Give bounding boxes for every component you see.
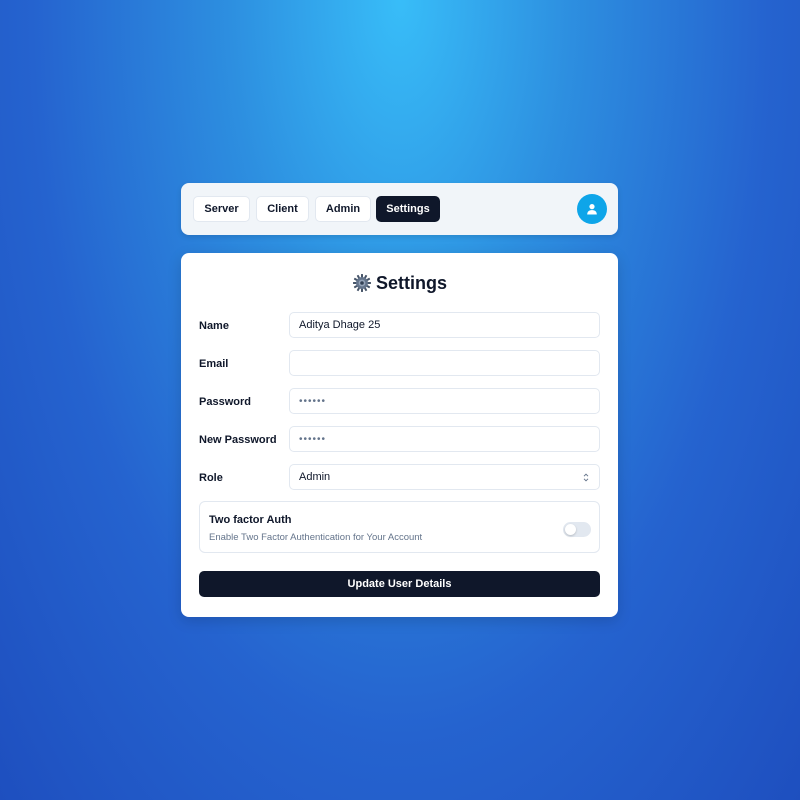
name-field[interactable]: Aditya Dhage 25	[289, 312, 600, 338]
two-factor-toggle[interactable]	[563, 522, 591, 537]
two-factor-title: Two factor Auth	[209, 514, 292, 526]
settings-card: Settings Name Aditya Dhage 25 Email Pass…	[181, 253, 618, 617]
password-label: Password	[199, 396, 251, 408]
tab-settings[interactable]: Settings	[376, 196, 440, 222]
gear-icon	[352, 274, 371, 292]
two-factor-description: Enable Two Factor Authentication for You…	[209, 532, 423, 543]
new-password-label: New Password	[199, 434, 277, 446]
role-label: Role	[199, 472, 223, 484]
update-user-details-button[interactable]: Update User Details	[199, 571, 600, 597]
email-field[interactable]	[289, 350, 600, 376]
tab-server[interactable]: Server	[193, 196, 250, 222]
email-label: Email	[199, 358, 229, 370]
role-select[interactable]: Admin	[289, 464, 600, 490]
user-icon	[587, 204, 597, 215]
toggle-knob	[565, 524, 576, 535]
two-factor-section: Two factor Auth Enable Two Factor Authen…	[199, 501, 600, 553]
avatar[interactable]	[577, 194, 607, 224]
password-field[interactable]: ••••••	[289, 388, 600, 414]
name-label: Name	[199, 320, 229, 332]
top-nav-bar: Server Client Admin Settings	[181, 183, 618, 235]
tab-client[interactable]: Client	[256, 196, 309, 222]
page-title: Settings	[375, 272, 447, 293]
tab-admin[interactable]: Admin	[315, 196, 371, 222]
role-select-value: Admin	[299, 471, 331, 483]
settings-header: Settings	[181, 271, 618, 295]
new-password-field[interactable]: ••••••	[289, 426, 600, 452]
chevron-up-down-icon	[583, 473, 589, 482]
